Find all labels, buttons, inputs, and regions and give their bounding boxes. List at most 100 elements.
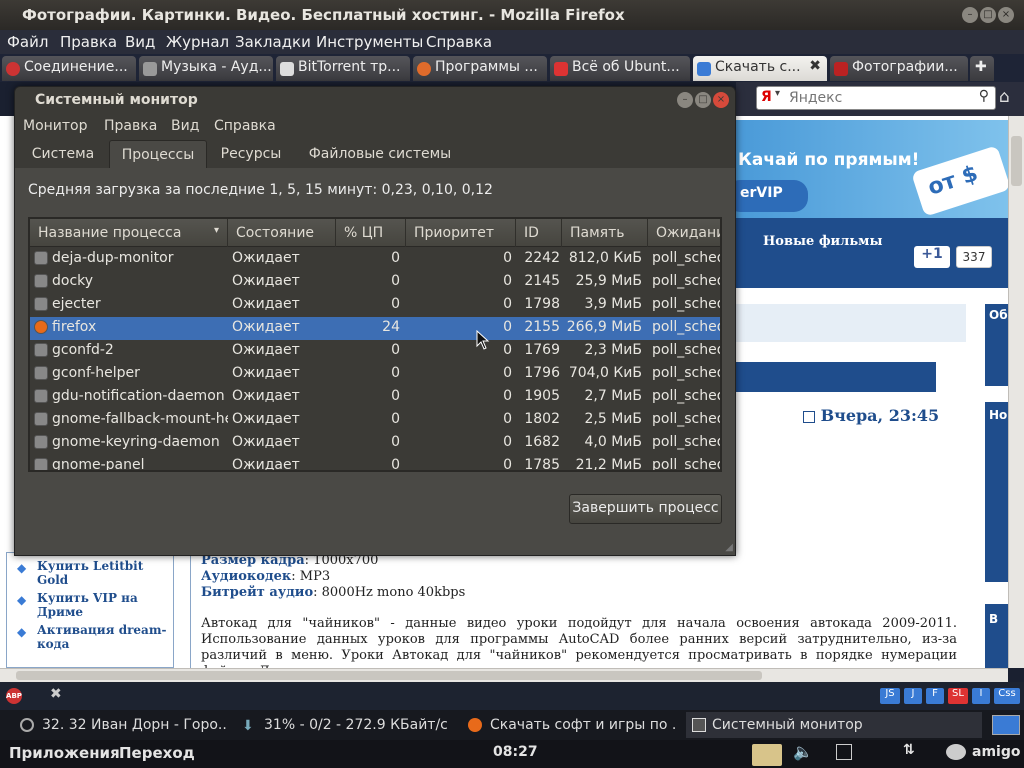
resize-grip-icon[interactable]: ◢ — [725, 542, 733, 553]
flash-button[interactable]: F — [926, 688, 944, 704]
horizontal-scrollbar[interactable] — [0, 668, 1008, 682]
workspace-switcher[interactable] — [992, 715, 1020, 735]
menu-tools[interactable]: Инструменты — [316, 33, 423, 51]
tab-resources[interactable]: Ресурсы — [209, 140, 293, 168]
sm-close-icon[interactable]: × — [713, 92, 729, 108]
cell-id: 2155 — [524, 319, 560, 335]
table-row[interactable]: gnome-fallback-mount-hel Ожидает 0 0 1802 2,5… — [30, 409, 720, 432]
network-icon[interactable]: ⇅ — [903, 742, 915, 758]
task-system-monitor[interactable]: Системный монитор — [686, 712, 982, 738]
cell-name: gnome-fallback-mount-hel — [52, 411, 228, 427]
banner[interactable]: Качай по прямым! erVIP от $ — [726, 120, 1008, 218]
google-plus-button[interactable]: +1 — [914, 246, 950, 268]
sm-minimize-icon[interactable]: – — [677, 92, 693, 108]
table-row[interactable]: deja-dup-monitor Ожидает 0 0 2242 812,0 КиБ po… — [30, 248, 720, 271]
java-button[interactable]: J — [904, 688, 922, 704]
process-icon — [34, 458, 48, 470]
weather-icon[interactable] — [752, 744, 782, 766]
tab-6-active[interactable]: Скачать с... ✖ — [693, 56, 827, 81]
download-site-icon — [697, 62, 711, 76]
tab-system[interactable]: Система — [19, 140, 107, 168]
process-icon — [34, 251, 48, 265]
table-row[interactable]: docky Ожидает 0 0 2145 25,9 МиБ poll_sched — [30, 271, 720, 294]
col-waiting[interactable]: Ожидани — [648, 219, 720, 247]
chat-icon[interactable] — [946, 744, 966, 760]
js-button[interactable]: JS — [880, 688, 900, 704]
end-process-button[interactable]: Завершить процесс — [569, 494, 722, 524]
process-table[interactable]: Название процесса ▾ Состояние % ЦП Приори… — [28, 217, 722, 472]
home-icon[interactable]: ⌂ — [999, 87, 1010, 107]
images-button[interactable]: I — [972, 688, 990, 704]
user-name[interactable]: amigo — [972, 744, 1020, 760]
hscroll-thumb[interactable] — [16, 671, 762, 680]
close-addon-icon[interactable]: ✖ — [50, 686, 62, 702]
sm-menu-help[interactable]: Справка — [214, 118, 276, 134]
menu-edit[interactable]: Правка — [60, 33, 117, 51]
tab-2[interactable]: Музыка - Ауд... — [139, 56, 273, 81]
menu-help[interactable]: Справка — [426, 33, 492, 51]
bottom-panel: Приложения Переход 08:27 🔈 ⇅ amigo — [0, 740, 1024, 768]
task-music-player[interactable]: 32. 32 Иван Дорн - Горо... — [16, 712, 226, 738]
tab-file-systems[interactable]: Файловые системы — [297, 140, 463, 168]
search-input[interactable] — [789, 89, 959, 107]
tab-5[interactable]: Всё об Ubunt... — [550, 56, 690, 81]
vertical-scrollbar[interactable] — [1008, 116, 1024, 668]
maximize-icon[interactable]: □ — [980, 7, 996, 23]
table-row[interactable]: gnome-panel Ожидает 0 0 1785 21,2 МиБ poll_sch… — [30, 455, 720, 472]
menu-history[interactable]: Журнал — [166, 33, 229, 51]
menu-view[interactable]: Вид — [125, 33, 155, 51]
sm-maximize-icon[interactable]: □ — [695, 92, 711, 108]
close-icon[interactable]: × — [998, 7, 1014, 23]
chevron-down-icon[interactable]: ▾ — [775, 88, 780, 99]
new-tab-button[interactable]: ✚ — [970, 56, 994, 81]
search-box[interactable]: Я ▾ ⚲ — [756, 86, 996, 110]
taskbar: 32. 32 Иван Дорн - Горо... ⬇ 31% - 0/2 - … — [0, 710, 1024, 740]
tab-4[interactable]: Программы ... — [413, 56, 547, 81]
task-firefox[interactable]: Скачать софт и игры по ... — [464, 712, 676, 738]
clock[interactable]: 08:27 — [493, 744, 538, 760]
tab-processes[interactable]: Процессы — [109, 140, 207, 168]
buy-letitbit-link[interactable]: ◆ Купить Letitbit Gold — [17, 559, 167, 587]
table-row[interactable]: ejecter Ожидает 0 0 1798 3,9 МиБ poll_sched — [30, 294, 720, 317]
table-row[interactable]: gconfd-2 Ожидает 0 0 1769 2,3 МиБ poll_sched — [30, 340, 720, 363]
col-process-name[interactable]: Название процесса ▾ — [30, 219, 228, 247]
search-icon[interactable]: ⚲ — [979, 88, 989, 104]
table-row[interactable]: gnome-keyring-daemon Ожидает 0 0 1682 4,0 МиБ… — [30, 432, 720, 455]
scroll-thumb[interactable] — [1011, 136, 1022, 186]
col-priority[interactable]: Приоритет — [406, 219, 516, 247]
tab-7[interactable]: Фотографии... — [830, 56, 968, 81]
cell-id: 1796 — [524, 365, 560, 381]
cell-prio: 0 — [503, 388, 512, 404]
task-download[interactable]: ⬇ 31% - 0/2 - 272.9 КБайт/с ... — [238, 712, 452, 738]
menu-file[interactable]: Файл — [7, 33, 48, 51]
new-movies-link[interactable]: Новые фильмы — [763, 234, 883, 249]
applications-menu[interactable]: Приложения — [9, 744, 120, 762]
table-row[interactable]: firefox Ожидает 24 0 2155 266,9 МиБ poll_sched — [30, 317, 720, 340]
tab-1[interactable]: Соединение... — [2, 56, 136, 81]
tab-close-icon[interactable]: ✖ — [809, 58, 821, 74]
buy-vip-link[interactable]: ◆ Купить VIP на Дриме — [17, 591, 167, 619]
banner-button[interactable]: erVIP — [726, 180, 808, 212]
adblock-icon[interactable]: ABP — [6, 688, 22, 704]
menu-bookmarks[interactable]: Закладки — [235, 33, 311, 51]
col-memory[interactable]: Память — [562, 219, 648, 247]
col-cpu[interactable]: % ЦП — [336, 219, 406, 247]
activate-code-link[interactable]: ◆ Активация dream-кода — [17, 623, 167, 651]
col-id[interactable]: ID — [516, 219, 562, 247]
tab-3[interactable]: BitTorrent тр... — [276, 56, 410, 81]
sm-menu-edit[interactable]: Правка — [104, 118, 157, 134]
silverlight-button[interactable]: SL — [948, 688, 968, 704]
volume-icon[interactable]: 🔈 — [793, 742, 813, 761]
calendar-icon — [803, 410, 815, 423]
css-button[interactable]: Css — [994, 688, 1020, 704]
cell-cpu: 0 — [391, 411, 400, 427]
table-row[interactable]: gconf-helper Ожидает 0 0 1796 704,0 КиБ poll_s… — [30, 363, 720, 386]
table-row[interactable]: gdu-notification-daemon Ожидает 0 0 1905 2,7 … — [30, 386, 720, 409]
places-menu[interactable]: Переход — [119, 744, 195, 762]
sm-menu-view[interactable]: Вид — [171, 118, 199, 134]
keyboard-icon[interactable] — [836, 744, 852, 760]
col-state[interactable]: Состояние — [228, 219, 336, 247]
sm-menu-monitor[interactable]: Монитор — [23, 118, 88, 134]
cell-name: gnome-panel — [52, 457, 145, 472]
minimize-icon[interactable]: – — [962, 7, 978, 23]
